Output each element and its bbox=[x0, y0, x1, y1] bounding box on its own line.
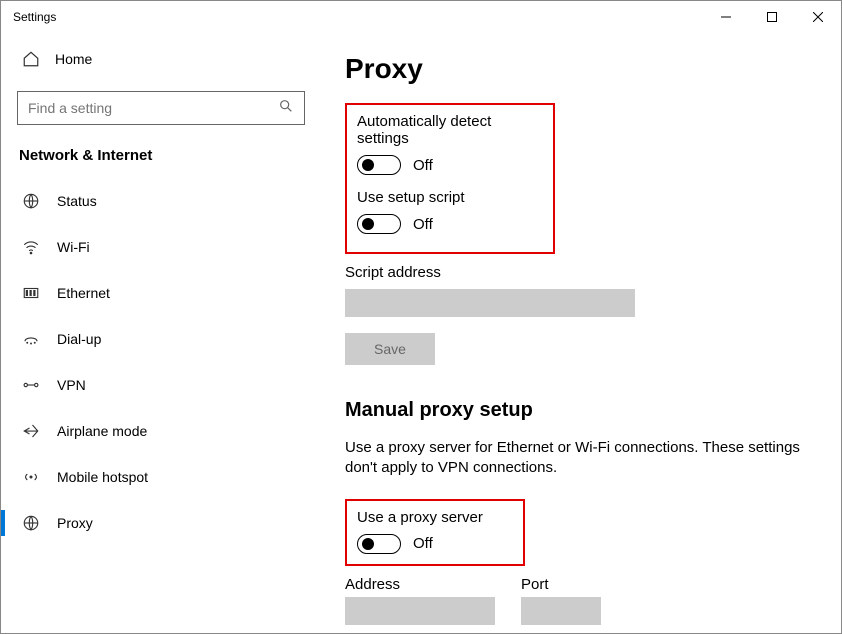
hotspot-icon bbox=[21, 468, 41, 486]
search-icon bbox=[278, 98, 294, 119]
sidebar-nav: Status Wi-Fi Ethernet Dial-up VPN Airpla… bbox=[17, 178, 305, 546]
address-input[interactable] bbox=[345, 597, 495, 625]
search-box[interactable] bbox=[17, 91, 305, 125]
wifi-icon bbox=[21, 238, 41, 256]
nav-label: Mobile hotspot bbox=[57, 469, 148, 485]
auto-detect-state: Off bbox=[413, 157, 433, 174]
maximize-button[interactable] bbox=[749, 1, 795, 33]
nav-label: Ethernet bbox=[57, 285, 110, 301]
sidebar-item-ethernet[interactable]: Ethernet bbox=[17, 270, 305, 316]
use-proxy-label: Use a proxy server bbox=[357, 509, 513, 526]
nav-label: Airplane mode bbox=[57, 423, 147, 439]
script-address-label: Script address bbox=[345, 264, 817, 281]
search-input[interactable] bbox=[28, 100, 267, 116]
ethernet-icon bbox=[21, 284, 41, 302]
sidebar-item-wifi[interactable]: Wi-Fi bbox=[17, 224, 305, 270]
titlebar: Settings bbox=[1, 1, 841, 33]
page-title: Proxy bbox=[345, 53, 817, 85]
nav-label: Status bbox=[57, 193, 97, 209]
sidebar-section-title: Network & Internet bbox=[17, 147, 305, 164]
auto-detect-label: Automatically detect settings bbox=[357, 113, 543, 147]
airplane-icon bbox=[21, 422, 41, 440]
window-title: Settings bbox=[13, 10, 56, 24]
manual-description: Use a proxy server for Ethernet or Wi-Fi… bbox=[345, 438, 815, 479]
nav-label: Proxy bbox=[57, 515, 93, 531]
use-script-label: Use setup script bbox=[357, 189, 543, 206]
nav-label: Wi-Fi bbox=[57, 239, 90, 255]
home-label: Home bbox=[55, 51, 92, 67]
home-icon bbox=[21, 50, 41, 68]
manual-section-title: Manual proxy setup bbox=[345, 399, 817, 422]
sidebar-item-proxy[interactable]: Proxy bbox=[17, 500, 305, 546]
minimize-button[interactable] bbox=[703, 1, 749, 33]
sidebar-item-airplane[interactable]: Airplane mode bbox=[17, 408, 305, 454]
port-input[interactable] bbox=[521, 597, 601, 625]
main-panel: Proxy Automatically detect settings Off … bbox=[321, 33, 841, 633]
home-nav[interactable]: Home bbox=[17, 39, 305, 79]
port-label: Port bbox=[521, 576, 601, 593]
nav-label: Dial-up bbox=[57, 331, 101, 347]
auto-detect-toggle[interactable] bbox=[357, 155, 401, 175]
sidebar-item-vpn[interactable]: VPN bbox=[17, 362, 305, 408]
use-proxy-toggle[interactable] bbox=[357, 534, 401, 554]
address-label: Address bbox=[345, 576, 495, 593]
close-button[interactable] bbox=[795, 1, 841, 33]
sidebar-item-hotspot[interactable]: Mobile hotspot bbox=[17, 454, 305, 500]
sidebar-item-dialup[interactable]: Dial-up bbox=[17, 316, 305, 362]
save-button[interactable]: Save bbox=[345, 333, 435, 365]
status-icon bbox=[21, 192, 41, 210]
script-address-input[interactable] bbox=[345, 289, 635, 317]
window-controls bbox=[703, 1, 841, 33]
proxy-icon bbox=[21, 514, 41, 532]
sidebar-item-status[interactable]: Status bbox=[17, 178, 305, 224]
dialup-icon bbox=[21, 330, 41, 348]
vpn-icon bbox=[21, 376, 41, 394]
use-script-toggle[interactable] bbox=[357, 214, 401, 234]
nav-label: VPN bbox=[57, 377, 86, 393]
highlight-box-auto: Automatically detect settings Off Use se… bbox=[345, 103, 555, 254]
use-script-state: Off bbox=[413, 216, 433, 233]
highlight-box-manual: Use a proxy server Off bbox=[345, 499, 525, 566]
sidebar: Home Network & Internet Status Wi-Fi Eth… bbox=[1, 33, 321, 633]
use-proxy-state: Off bbox=[413, 535, 433, 552]
